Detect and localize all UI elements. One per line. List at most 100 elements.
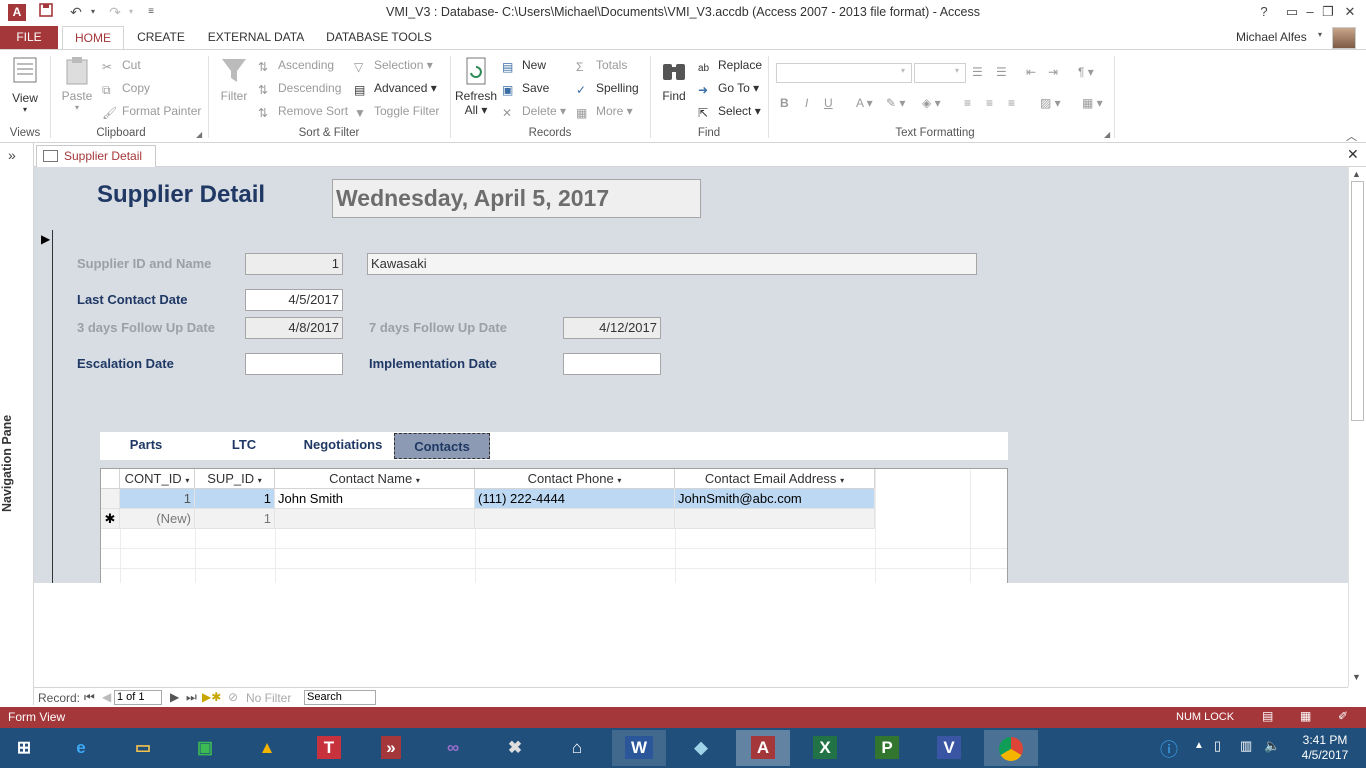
first-record-icon[interactable]: ⏮: [84, 690, 95, 705]
tab-contacts[interactable]: Contacts: [394, 433, 490, 459]
cell-contact-email[interactable]: JohnSmith@abc.com: [675, 489, 875, 509]
remote-app-icon[interactable]: »: [364, 730, 418, 766]
clock[interactable]: 3:41 PM 4/5/2017: [1290, 733, 1360, 763]
align-center-icon[interactable]: ≡: [986, 96, 993, 110]
refresh-all-button[interactable]: Refresh All ▾: [454, 56, 498, 117]
column-header-sup-id[interactable]: SUP_ID ▾: [195, 469, 275, 489]
bold-button[interactable]: B: [780, 96, 789, 110]
ascending-button[interactable]: ⇅ Ascending: [258, 58, 334, 74]
last-contact-date-field[interactable]: 4/5/2017: [245, 289, 343, 311]
next-record-icon[interactable]: ▶: [170, 690, 179, 704]
indent-increase-icon[interactable]: ⇥: [1048, 65, 1058, 79]
escalation-date-field[interactable]: [245, 353, 343, 375]
datasheet-view-icon[interactable]: ▦: [1300, 709, 1311, 723]
toggle-filter-button[interactable]: ▼ Toggle Filter: [354, 104, 439, 120]
column-dropdown-icon[interactable]: ▾: [185, 476, 189, 485]
column-dropdown-icon[interactable]: ▾: [416, 476, 420, 485]
notes-icon[interactable]: ◆: [674, 730, 728, 766]
current-record-box[interactable]: 1 of 1: [114, 690, 162, 705]
file-explorer-icon[interactable]: ▭: [116, 730, 170, 766]
remove-sort-button[interactable]: ⇅ Remove Sort: [258, 104, 348, 120]
chrome-icon[interactable]: [984, 730, 1038, 766]
home-icon[interactable]: ⌂: [550, 730, 604, 766]
spelling-button[interactable]: ✓ Spelling: [576, 81, 639, 97]
column-header-contact-phone[interactable]: Contact Phone ▾: [475, 469, 675, 489]
show-hidden-icons[interactable]: ▲: [1194, 740, 1204, 751]
cell-contact-phone[interactable]: (111) 222-4444: [475, 489, 675, 509]
paragraph-direction-icon[interactable]: ¶ ▾: [1078, 65, 1094, 79]
highlight-icon[interactable]: ✎ ▾: [886, 96, 905, 110]
access-icon[interactable]: A: [736, 730, 790, 766]
no-filter-icon[interactable]: ⊘: [228, 690, 238, 704]
volume-tray-icon[interactable]: 🔈: [1264, 738, 1280, 754]
excel-icon[interactable]: X: [798, 730, 852, 766]
new-cell-contact-email[interactable]: [675, 509, 875, 529]
paste-button[interactable]: Paste ▾: [58, 56, 96, 112]
vertical-scrollbar[interactable]: ▲ ▼: [1348, 167, 1366, 687]
start-icon[interactable]: ⊞: [0, 730, 48, 766]
new-cell-sup-id[interactable]: 1: [195, 509, 275, 529]
scroll-down-icon[interactable]: ▼: [1352, 672, 1361, 682]
tab-file[interactable]: FILE: [0, 26, 58, 50]
column-header-contact-name[interactable]: Contact Name ▾: [275, 469, 475, 489]
goto-button[interactable]: ➜ Go To ▾: [698, 81, 759, 97]
select-all-corner[interactable]: [101, 469, 120, 489]
indent-decrease-icon[interactable]: ⇤: [1026, 65, 1036, 79]
google-drive-icon[interactable]: ▲: [240, 730, 294, 766]
navigation-pane[interactable]: » Navigation Pane: [0, 143, 34, 705]
new-record-nav-icon[interactable]: ▶✱: [202, 690, 221, 704]
cell-contact-name[interactable]: John Smith: [275, 489, 475, 509]
previous-record-icon[interactable]: ◀: [102, 690, 111, 704]
project-icon[interactable]: P: [860, 730, 914, 766]
fill-color-icon[interactable]: ◈ ▾: [922, 96, 941, 110]
supplier-id-field[interactable]: 1: [245, 253, 343, 275]
filter-button[interactable]: Filter: [216, 56, 252, 103]
nav-pane-toggle-icon[interactable]: »: [8, 147, 16, 163]
tab-home[interactable]: HOME: [62, 26, 124, 50]
font-size-dropdown-icon[interactable]: ▾: [955, 66, 959, 75]
new-row-selector[interactable]: ✱: [101, 509, 120, 529]
column-dropdown-icon[interactable]: ▾: [617, 476, 621, 485]
info-tray-icon[interactable]: ⓘ: [1160, 736, 1178, 762]
tab-create[interactable]: CREATE: [130, 26, 192, 50]
numbering-icon[interactable]: ☰: [996, 65, 1007, 79]
clipboard-launcher-icon[interactable]: ◢: [196, 130, 202, 139]
selection-button[interactable]: ▽ Selection ▾: [354, 58, 433, 74]
device-tray-icon[interactable]: ▯: [1214, 738, 1221, 754]
text-formatting-launcher-icon[interactable]: ◢: [1104, 130, 1110, 139]
gridlines-icon[interactable]: ▦ ▾: [1082, 96, 1103, 110]
find-button[interactable]: Find: [656, 56, 692, 103]
scroll-up-icon[interactable]: ▲: [1352, 169, 1361, 179]
italic-button[interactable]: I: [805, 96, 808, 110]
copy-button[interactable]: ⧉ Copy: [102, 81, 150, 97]
tab-parts[interactable]: Parts: [118, 432, 174, 460]
row-selector[interactable]: [101, 489, 120, 509]
new-cell-contact-name[interactable]: [275, 509, 475, 529]
tab-database-tools[interactable]: DATABASE TOOLS: [322, 26, 436, 50]
column-dropdown-icon[interactable]: ▾: [840, 476, 844, 485]
font-name-combo[interactable]: [776, 63, 912, 83]
save-record-button[interactable]: ▣ Save: [502, 81, 549, 97]
t-app-icon[interactable]: T: [302, 730, 356, 766]
column-header-contact-email[interactable]: Contact Email Address ▾: [675, 469, 875, 489]
last-record-icon[interactable]: ⏭: [186, 690, 197, 705]
network-tray-icon[interactable]: ▥: [1240, 738, 1252, 754]
close-document-icon[interactable]: ✕: [1347, 146, 1359, 163]
column-header-cont-id[interactable]: CONT_ID ▾: [120, 469, 195, 489]
search-box[interactable]: Search: [304, 690, 376, 705]
tab-external-data[interactable]: EXTERNAL DATA: [200, 26, 312, 50]
store-icon[interactable]: ▣: [178, 730, 232, 766]
tab-negotiations[interactable]: Negotiations: [296, 432, 390, 460]
totals-button[interactable]: Σ Totals: [576, 58, 627, 74]
tools-icon[interactable]: ✖: [488, 730, 542, 766]
advanced-button[interactable]: ▤ Advanced ▾: [354, 81, 437, 97]
record-selector[interactable]: ▶: [38, 230, 53, 583]
visual-studio-icon[interactable]: ∞: [426, 730, 480, 766]
word-icon[interactable]: W: [612, 730, 666, 766]
alternate-row-color-icon[interactable]: ▨ ▾: [1040, 96, 1061, 110]
form-view-icon[interactable]: ▤: [1262, 709, 1273, 723]
font-name-dropdown-icon[interactable]: ▾: [901, 66, 905, 75]
underline-button[interactable]: U: [824, 96, 833, 110]
implementation-date-field[interactable]: [563, 353, 661, 375]
align-right-icon[interactable]: ≡: [1008, 96, 1015, 110]
